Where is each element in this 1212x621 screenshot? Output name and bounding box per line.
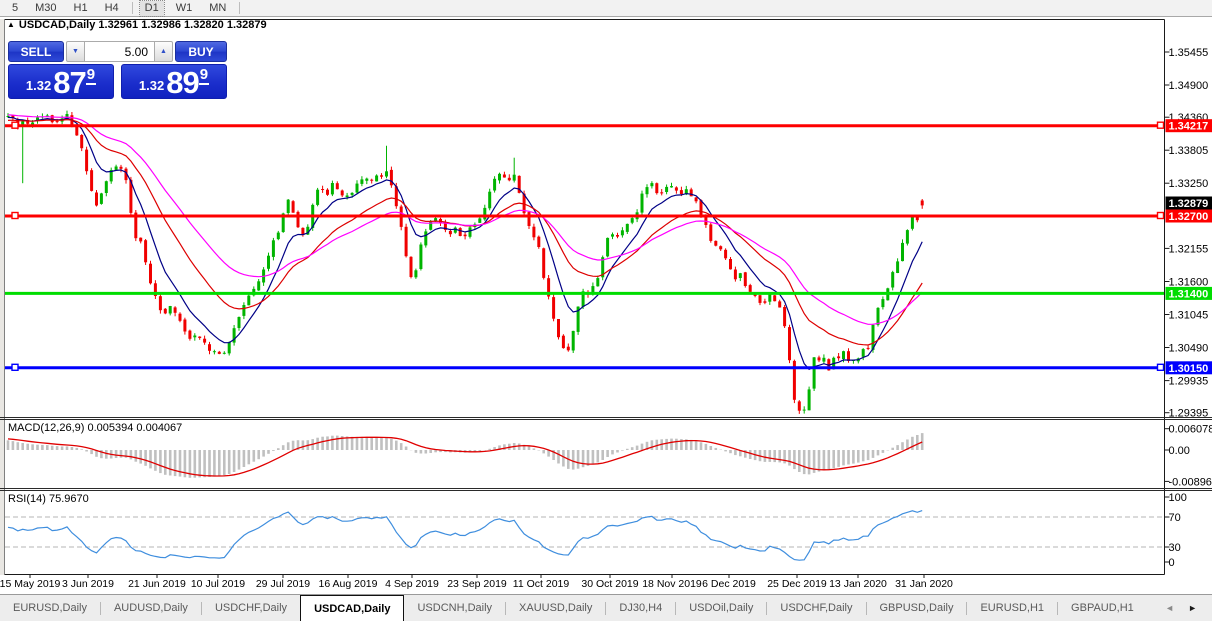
svg-text:15 May 2019: 15 May 2019 [0,578,61,590]
sell-price-big: 87 [53,68,85,97]
svg-text:25 Dec 2019: 25 Dec 2019 [767,578,827,590]
svg-text:3 Jun 2019: 3 Jun 2019 [62,578,114,590]
svg-text:1.29935: 1.29935 [1169,376,1209,388]
chart-title: ▲ USDCAD,Daily 1.32961 1.32986 1.32820 1.… [7,19,267,31]
svg-text:18 Nov 2019: 18 Nov 2019 [642,578,702,590]
tab-usdchf-daily[interactable]: USDCHF,Daily [767,595,865,621]
hline-handle[interactable] [12,213,18,219]
buy-price-prefix: 1.32 [139,78,164,93]
svg-text:21 Jun 2019: 21 Jun 2019 [128,578,186,590]
tab-usdcad-daily[interactable]: USDCAD,Daily [300,595,404,621]
svg-text:70: 70 [1169,512,1181,524]
svg-text:1.34217: 1.34217 [1169,121,1209,133]
sell-price-button[interactable]: 1.32 87 9 [8,64,114,99]
svg-text:1.31045: 1.31045 [1169,310,1209,322]
one-click-trading-panel: SELL ▼ ▲ BUY 1.32 87 9 1.32 89 9 [8,41,227,99]
svg-text:1.29395: 1.29395 [1169,408,1209,420]
hline-handle[interactable] [12,122,18,128]
svg-text:16 Aug 2019: 16 Aug 2019 [319,578,378,590]
trading-terminal: { "window": { "title_arrow": "▲", "symbo… [0,0,1212,620]
toolbar-separator [239,2,240,14]
symbol-title: USDCAD,Daily [19,19,95,31]
svg-text:30 Oct 2019: 30 Oct 2019 [581,578,638,590]
tab-scroll-left-icon[interactable]: ◄ [1158,601,1181,615]
buy-price-big: 89 [166,68,198,97]
svg-text:10 Jul 2019: 10 Jul 2019 [191,578,245,590]
svg-text:1.30150: 1.30150 [1169,363,1209,375]
timeframe-h4[interactable]: H4 [100,1,124,16]
tab-dj30-h4[interactable]: DJ30,H4 [606,595,675,621]
sell-price-prefix: 1.32 [26,78,51,93]
buy-price-sup: 9 [199,66,209,85]
svg-text:23 Sep 2019: 23 Sep 2019 [447,578,507,590]
svg-text:31 Jan 2020: 31 Jan 2020 [895,578,953,590]
hline-handle[interactable] [1158,213,1164,219]
svg-text:1.35455: 1.35455 [1169,47,1209,59]
svg-text:1.30490: 1.30490 [1169,343,1209,355]
one-click-collapse-icon[interactable]: ▲ [7,20,15,29]
svg-text:0: 0 [1169,557,1175,569]
buy-price-button[interactable]: 1.32 89 9 [121,64,227,99]
svg-text:6 Dec 2019: 6 Dec 2019 [702,578,756,590]
svg-text:11 Oct 2019: 11 Oct 2019 [513,578,570,590]
svg-text:-0.008965: -0.008965 [1169,476,1212,488]
tab-usdoil-daily[interactable]: USDOil,Daily [676,595,766,621]
timeframe-5[interactable]: 5 [7,1,23,16]
timeframe-h1[interactable]: H1 [69,1,93,16]
sell-price-sup: 9 [86,66,96,85]
volume-down-icon[interactable]: ▼ [66,41,85,62]
chart-tabs: EURUSD,DailyAUDUSD,DailyUSDCHF,DailyUSDC… [0,594,1212,621]
chart-window: 1.354551.349001.343601.338051.332501.321… [0,17,1212,594]
svg-text:1.34900: 1.34900 [1169,80,1209,92]
svg-text:0.00: 0.00 [1169,445,1190,457]
volume-input[interactable] [85,41,154,62]
hline-handle[interactable] [12,364,18,370]
svg-text:13 Jan 2020: 13 Jan 2020 [829,578,887,590]
timeframe-toolbar: 5 M30 H1 H4 D1 W1 MN [0,0,1212,17]
svg-text:1.33805: 1.33805 [1169,145,1209,157]
svg-text:1.31400: 1.31400 [1169,288,1209,300]
volume-up-icon[interactable]: ▲ [154,41,173,62]
tab-eurusd-h1[interactable]: EURUSD,H1 [967,595,1057,621]
panel-splitter-1[interactable] [0,489,1212,491]
panel-splitter-0[interactable] [0,418,1212,420]
svg-text:0.006078: 0.006078 [1169,424,1212,436]
timeframe-w1[interactable]: W1 [171,1,198,16]
sell-button[interactable]: SELL [8,41,64,62]
buy-button[interactable]: BUY [175,41,227,62]
svg-text:RSI(14) 75.9670: RSI(14) 75.9670 [8,493,89,505]
svg-text:29 Jul 2019: 29 Jul 2019 [256,578,310,590]
svg-text:1.33250: 1.33250 [1169,178,1209,190]
hline-handle[interactable] [1158,364,1164,370]
tab-usdcnh-daily[interactable]: USDCNH,Daily [404,595,505,621]
tab-usdchf-daily[interactable]: USDCHF,Daily [202,595,300,621]
timeframe-d1[interactable]: D1 [140,1,164,16]
svg-text:30: 30 [1169,542,1181,554]
hline-handle[interactable] [1158,122,1164,128]
svg-text:100: 100 [1169,492,1187,504]
ohlc-values: 1.32961 1.32986 1.32820 1.32879 [98,19,266,31]
tab-xauusd-daily[interactable]: XAUUSD,Daily [506,595,605,621]
tab-eurusd-daily[interactable]: EURUSD,Daily [0,595,100,621]
svg-text:MACD(12,26,9) 0.005394 0.00406: MACD(12,26,9) 0.005394 0.004067 [8,422,182,434]
svg-text:1.32700: 1.32700 [1169,211,1209,223]
svg-text:1.32879: 1.32879 [1169,198,1209,210]
tab-scroll-arrows: ◄► [1158,595,1212,621]
svg-text:1.32155: 1.32155 [1169,243,1209,255]
tab-scroll-right-icon[interactable]: ► [1181,601,1204,615]
tab-gbpaud-h1[interactable]: GBPAUD,H1 [1058,595,1147,621]
toolbar-separator [132,2,133,14]
timeframe-m30[interactable]: M30 [30,1,61,16]
svg-text:1.31600: 1.31600 [1169,277,1209,289]
tab-audusd-daily[interactable]: AUDUSD,Daily [101,595,201,621]
svg-text:4 Sep 2019: 4 Sep 2019 [385,578,439,590]
tab-gbpusd-daily[interactable]: GBPUSD,Daily [867,595,967,621]
timeframe-mn[interactable]: MN [204,1,231,16]
volume-spinner: ▼ ▲ [66,41,173,62]
